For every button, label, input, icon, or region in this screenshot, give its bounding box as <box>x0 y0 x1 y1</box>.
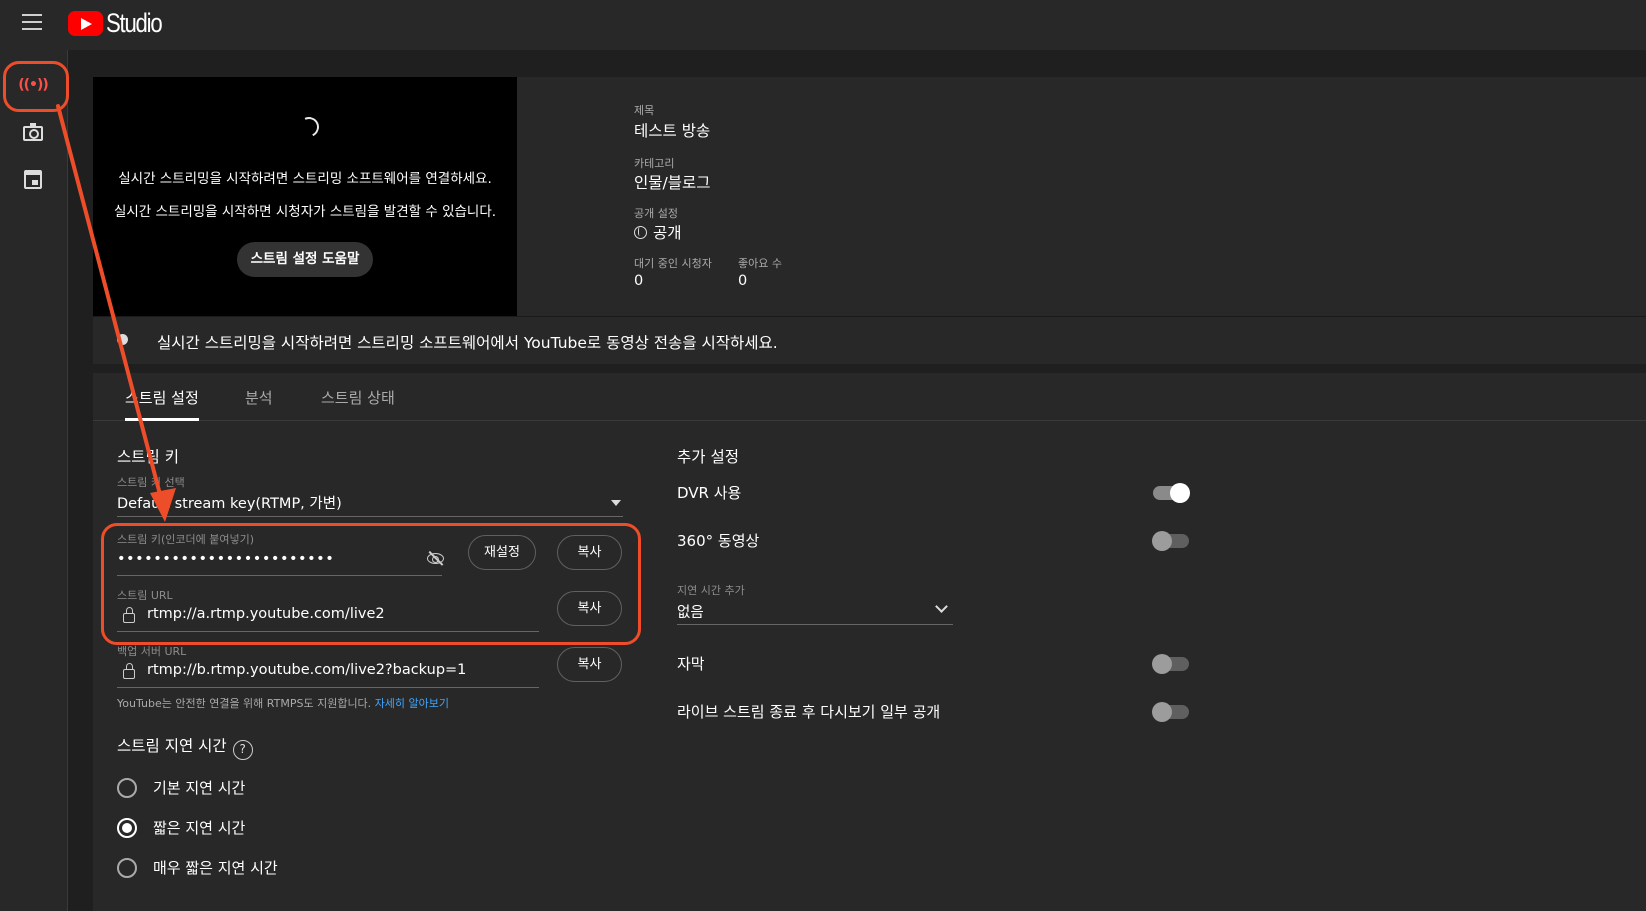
toggle-knob <box>1152 702 1172 722</box>
logo-text: Studio <box>106 8 163 38</box>
youtube-logo-icon <box>68 11 103 36</box>
sidebar: ((•)) <box>0 50 68 911</box>
backup-url-underline <box>117 687 539 688</box>
sidebar-item-webcam[interactable] <box>12 112 54 154</box>
tab-stream-health[interactable]: 스트림 상태 <box>321 387 395 421</box>
additional-settings-title: 추가 설정 <box>677 448 739 466</box>
copy-url-button[interactable]: 복사 <box>557 591 622 626</box>
globe-icon <box>634 226 647 239</box>
toggle-knob <box>1152 654 1172 674</box>
tab-analytics[interactable]: 분석 <box>245 387 273 421</box>
preview-message-1: 실시간 스트리밍을 시작하려면 스트리밍 소프트웨어를 연결하세요. <box>118 171 492 187</box>
vr360-toggle[interactable] <box>1152 531 1189 551</box>
camera-icon <box>23 122 43 141</box>
latency-section-title: 스트림 지연 시간? <box>117 734 253 760</box>
youtube-studio-logo[interactable]: Studio <box>68 8 174 39</box>
latency-low-label: 짧은 지연 시간 <box>153 819 246 837</box>
privacy-text: 공개 <box>653 224 682 242</box>
backup-url-input[interactable]: rtmp://b.rtmp.youtube.com/live2?backup=1 <box>147 662 466 678</box>
stream-key-input[interactable]: •••••••••••••••••••••••• <box>117 551 334 567</box>
learn-more-link[interactable]: 자세히 알아보기 <box>375 697 449 710</box>
lock-icon <box>123 607 135 623</box>
category-label: 카테고리 <box>634 157 675 170</box>
latency-ultra-low-label: 매우 짧은 지연 시간 <box>153 859 278 877</box>
stream-panel: 실시간 스트리밍을 시작하려면 스트리밍 소프트웨어를 연결하세요. 실시간 스… <box>93 77 1646 911</box>
dvr-label: DVR 사용 <box>677 484 742 502</box>
reset-button[interactable]: 재설정 <box>468 535 536 570</box>
stream-key-underline <box>117 575 442 576</box>
likes-value: 0 <box>738 273 748 289</box>
status-dot-icon <box>117 334 128 345</box>
delay-label: 지연 시간 추가 <box>677 584 745 597</box>
top-bar: Studio <box>0 0 1646 50</box>
stream-settings-content: 스트림 키 스트림 키 선택 Default stream key(RTMP, … <box>93 421 1646 911</box>
toggle-knob <box>1170 483 1190 503</box>
likes-label: 좋아요 수 <box>738 257 782 270</box>
captions-toggle[interactable] <box>1152 654 1189 674</box>
stream-preview: 실시간 스트리밍을 시작하려면 스트리밍 소프트웨어를 연결하세요. 실시간 스… <box>93 77 517 316</box>
privacy-label: 공개 설정 <box>634 207 678 220</box>
delay-underline <box>677 624 953 625</box>
help-icon[interactable]: ? <box>232 740 253 760</box>
dvr-toggle[interactable] <box>1153 483 1190 503</box>
delay-select[interactable]: 없음 <box>677 601 704 622</box>
latency-normal-radio[interactable] <box>117 778 137 798</box>
stream-url-input[interactable]: rtmp://a.rtmp.youtube.com/live2 <box>147 606 385 622</box>
captions-label: 자막 <box>677 655 705 673</box>
calendar-icon <box>24 169 42 189</box>
menu-icon[interactable] <box>22 12 44 32</box>
copy-key-button[interactable]: 복사 <box>557 535 622 570</box>
loading-spinner-icon <box>296 114 322 140</box>
stream-setup-help-button[interactable]: 스트림 설정 도움말 <box>237 242 373 277</box>
visibility-off-icon[interactable] <box>427 553 444 564</box>
waiting-viewers-value: 0 <box>634 273 644 289</box>
stream-key-label: 스트림 키(인코더에 붙여넣기) <box>117 533 255 546</box>
replay-toggle[interactable] <box>1152 702 1189 722</box>
live-icon: ((•)) <box>18 77 49 93</box>
vr360-label: 360° 동영상 <box>677 532 760 550</box>
copy-backup-url-button[interactable]: 복사 <box>557 647 622 682</box>
latency-title-text: 스트림 지연 시간 <box>117 737 227 755</box>
sidebar-item-live[interactable]: ((•)) <box>12 64 54 106</box>
rtmps-note-text: YouTube는 안전한 연결을 위해 RTMPS도 지원합니다. <box>117 697 372 710</box>
backup-url-label: 백업 서버 URL <box>117 645 187 658</box>
stream-info: 제목 테스트 방송 카테고리 인물/블로그 공개 설정 공개 대기 중인 시청자… <box>517 77 1646 316</box>
status-message: 실시간 스트리밍을 시작하려면 스트리밍 소프트웨어에서 YouTube로 동영… <box>157 334 778 352</box>
replay-label: 라이브 스트림 종료 후 다시보기 일부 공개 <box>677 703 941 721</box>
tab-stream-settings[interactable]: 스트림 설정 <box>125 387 199 421</box>
stream-key-section-title: 스트림 키 <box>117 448 179 466</box>
category-value: 인물/블로그 <box>634 174 711 192</box>
latency-ultra-low-radio[interactable] <box>117 858 137 878</box>
rtmps-note: YouTube는 안전한 연결을 위해 RTMPS도 지원합니다. 자세히 알아… <box>117 695 449 711</box>
stream-url-label: 스트림 URL <box>117 589 173 602</box>
latency-low-radio[interactable] <box>117 818 137 838</box>
waiting-viewers-label: 대기 중인 시청자 <box>634 257 712 270</box>
privacy-value: 공개 <box>634 221 682 243</box>
preview-message-2: 실시간 스트리밍을 시작하면 시청자가 스트림을 발견할 수 있습니다. <box>113 204 497 220</box>
status-bar: 실시간 스트리밍을 시작하려면 스트리밍 소프트웨어에서 YouTube로 동영… <box>93 316 1646 364</box>
stream-key-select-label: 스트림 키 선택 <box>117 476 185 489</box>
toggle-knob <box>1152 531 1172 551</box>
latency-normal-label: 기본 지연 시간 <box>153 779 246 797</box>
title-label: 제목 <box>634 104 655 117</box>
stream-key-select[interactable]: Default stream key(RTMP, 가변) <box>117 492 342 513</box>
select-underline <box>117 516 623 517</box>
sidebar-item-manage[interactable] <box>12 158 54 200</box>
dropdown-arrow-icon[interactable] <box>611 500 621 506</box>
chevron-down-icon[interactable] <box>935 600 948 613</box>
stream-url-underline <box>117 631 539 632</box>
lock-icon <box>123 663 135 679</box>
title-value: 테스트 방송 <box>634 122 711 140</box>
tab-bar: 스트림 설정 분석 스트림 상태 <box>93 373 1646 421</box>
